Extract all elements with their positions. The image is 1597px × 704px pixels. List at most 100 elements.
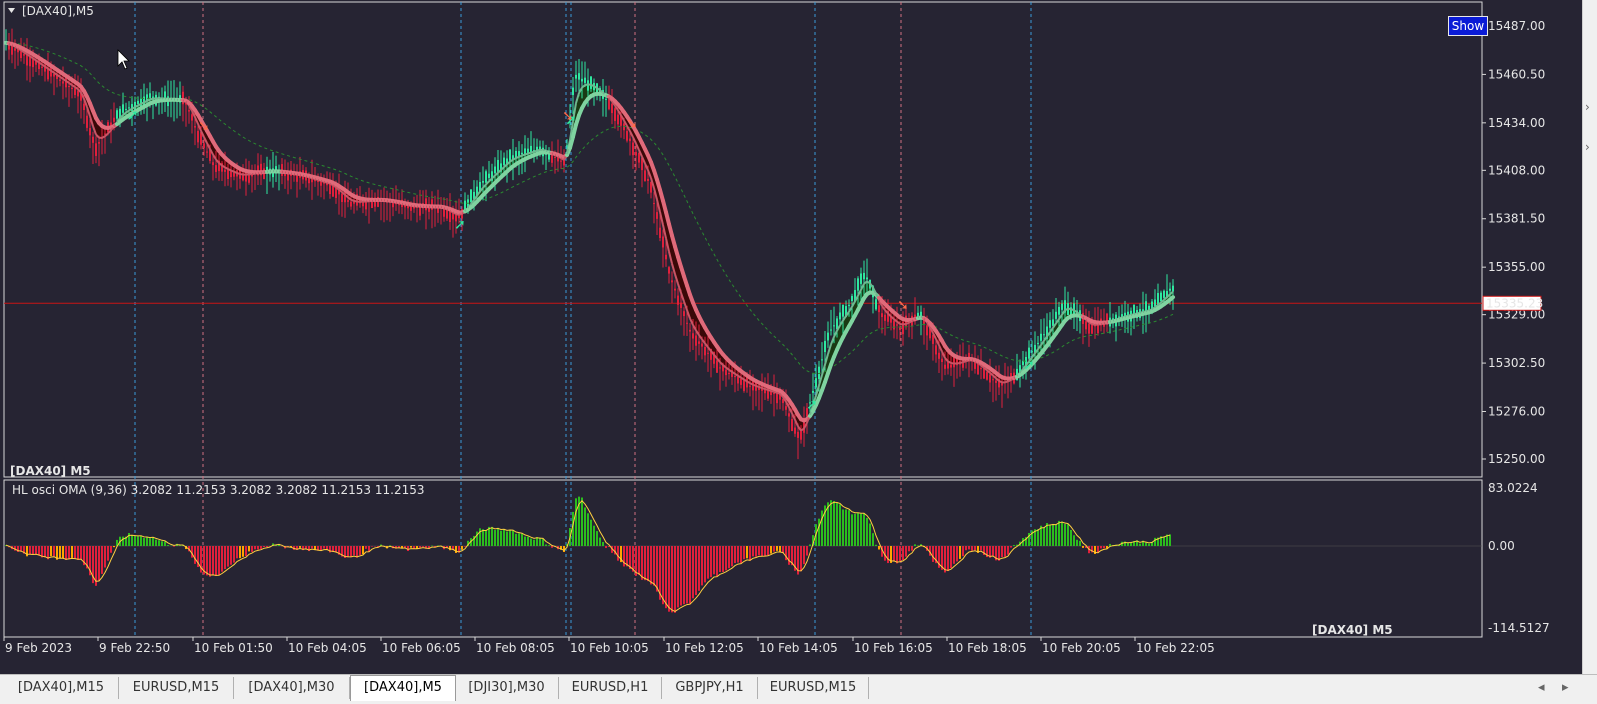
candle-body <box>1088 324 1090 334</box>
tab-dax40-m5[interactable]: [DAX40],M5 <box>350 675 456 701</box>
candle-body <box>824 341 826 352</box>
oscillator-bar <box>896 546 898 563</box>
oscillator-bar <box>68 546 70 559</box>
fast-signal-line <box>591 85 594 86</box>
chart-canvas[interactable]: 15487.0015460.5015434.0015408.0015381.50… <box>0 0 1597 674</box>
fast-signal-line <box>906 323 909 324</box>
candle-body <box>581 79 583 82</box>
fast-signal-line <box>963 361 966 362</box>
oscillator-bar <box>719 546 721 572</box>
tab-dax40-m15[interactable]: [DAX40],M15 <box>4 677 119 699</box>
candle-body <box>797 432 799 438</box>
tab-scroll-left-icon[interactable]: ◂ <box>1538 680 1545 695</box>
oscillator-bar <box>887 546 889 563</box>
candle-body <box>485 171 487 182</box>
oscillator-bar <box>266 546 268 547</box>
oscillator-bar <box>662 546 664 604</box>
fast-signal-line <box>585 84 588 85</box>
tab-scroll-right-icon[interactable]: ▸ <box>1562 680 1569 695</box>
oscillator-bar <box>575 498 577 546</box>
candle-body <box>785 406 787 410</box>
candle-body <box>71 88 73 89</box>
oscillator-tick-label: 0.00 <box>1488 539 1515 553</box>
oscillator-bar <box>107 546 109 561</box>
tab-eurusd-h1[interactable]: EURUSD,H1 <box>559 677 662 699</box>
oscillator-bar <box>878 546 880 549</box>
tab-gbpjpy-h1[interactable]: GBPJPY,H1 <box>662 677 758 699</box>
oscillator-bar <box>347 546 349 557</box>
oscillator-bar <box>545 544 547 546</box>
candle-body <box>575 75 577 79</box>
oscillator-bar <box>1139 544 1141 546</box>
oscillator-bar <box>494 530 496 546</box>
oscillator-bar <box>35 546 37 554</box>
vertical-scrollbar[interactable]: › › <box>1582 0 1597 674</box>
oscillator-bar <box>161 541 163 546</box>
candle-body <box>851 296 853 301</box>
oscillator-bar <box>542 539 544 546</box>
oscillator-bar <box>524 537 526 546</box>
oscillator-bar <box>767 546 769 555</box>
price-tick-label: 15408.00 <box>1488 163 1545 177</box>
tab-eurusd-m15[interactable]: EURUSD,M15 <box>758 677 869 699</box>
oscillator-bar <box>515 534 517 546</box>
candle-body <box>647 179 649 181</box>
oscillator-bar <box>725 546 727 570</box>
oscillator-bar <box>1013 545 1015 546</box>
candle-body <box>893 320 895 329</box>
oscillator-bar <box>173 546 175 547</box>
oscillator-bar <box>1058 521 1060 546</box>
oscillator-bar <box>1154 538 1156 546</box>
oscillator-bar <box>842 509 844 546</box>
candle-body <box>878 305 880 312</box>
fast-signal-line <box>768 390 771 391</box>
buy-arrow-icon: ➚ <box>454 217 466 233</box>
oscillator-bar <box>1043 527 1045 546</box>
slow-signal-line <box>1170 297 1173 299</box>
fast-signal-line <box>765 389 768 390</box>
oscillator-bar <box>509 530 511 546</box>
candle-body <box>896 324 898 325</box>
chevron-up-icon[interactable]: › <box>1585 100 1590 114</box>
fast-signal-line <box>900 324 903 325</box>
oscillator-bar <box>455 546 457 553</box>
candle-body <box>992 379 994 380</box>
oscillator-bar <box>641 546 643 580</box>
candle-body <box>113 118 115 122</box>
candle-body <box>1037 343 1039 344</box>
oscillator-bar <box>254 546 256 549</box>
oscillator-bar <box>752 546 754 556</box>
oscillator-bar <box>695 546 697 595</box>
candle-body <box>629 139 631 142</box>
fast-signal-line <box>1092 324 1095 325</box>
oscillator-bar <box>737 546 739 563</box>
fast-signal-line <box>951 363 954 364</box>
oscillator-bar <box>656 546 658 592</box>
oscillator-bar <box>731 546 733 566</box>
tab-dji30-m30[interactable]: [DJI30],M30 <box>455 677 559 699</box>
tab-eurusd-m15[interactable]: EURUSD,M15 <box>119 677 234 699</box>
oscillator-bar <box>362 546 364 554</box>
oscillator-bar <box>665 546 667 608</box>
candle-body <box>1061 304 1063 310</box>
tab-dax40-m30[interactable]: [DAX40],M30 <box>234 677 350 699</box>
time-axis-label: 10 Feb 12:05 <box>665 641 744 655</box>
oscillator-bar <box>464 546 466 547</box>
oscillator-bar <box>653 546 655 586</box>
time-axis-label: 10 Feb 10:05 <box>570 641 649 655</box>
oscillator-bar <box>152 537 154 546</box>
oscillator-bar <box>686 546 688 603</box>
fast-signal-line <box>147 99 150 100</box>
candle-body <box>719 367 721 368</box>
oscillator-bar <box>533 540 535 546</box>
terminal-window: 15487.0015460.5015434.0015408.0015381.50… <box>0 0 1597 703</box>
chevron-down-icon[interactable]: › <box>1585 140 1590 154</box>
oscillator-bar <box>242 546 244 557</box>
oscillator-bar <box>164 541 166 546</box>
fast-signal-line <box>522 155 525 156</box>
show-button[interactable]: Show <box>1448 16 1488 36</box>
fast-signal-line <box>144 101 147 102</box>
fast-signal-line <box>516 157 519 158</box>
oscillator-bar <box>980 546 982 550</box>
oscillator-bar <box>971 546 973 551</box>
